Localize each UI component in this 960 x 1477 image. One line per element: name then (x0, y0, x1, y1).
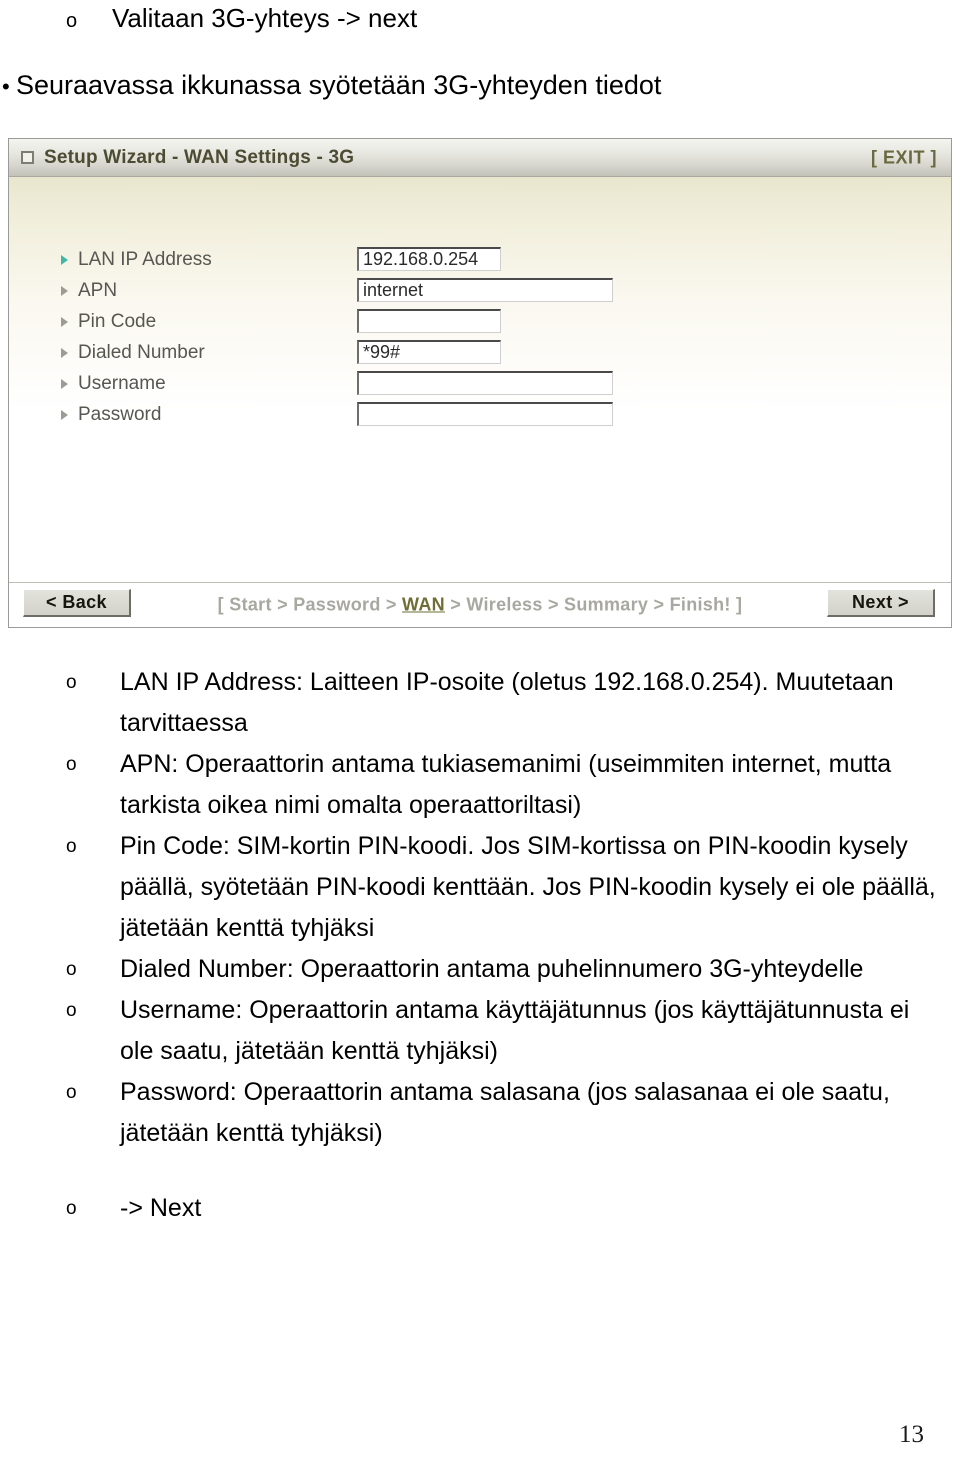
wizard-form-body: LAN IP Address 192.168.0.254 APN interne… (9, 177, 951, 583)
breadcrumb-step-wan[interactable]: WAN (402, 595, 445, 615)
slide-bullet-next-window: • Seuraavassa ikkunassa syötetään 3G-yhte… (2, 70, 661, 101)
list-item-text: Dialed Number: Operaattorin antama puhel… (120, 955, 864, 983)
label-username: Username (61, 369, 166, 399)
label-password-text: Password (78, 404, 162, 425)
wizard-titlebar: Setup Wizard - WAN Settings - 3G [ EXIT … (9, 139, 951, 177)
list-item: o Password: Operaattorin antama salasana… (66, 1072, 946, 1154)
list-item-text: APN: Operaattorin antama tukiasemanimi (… (120, 750, 892, 819)
form-row-password: Password (9, 400, 951, 430)
breadcrumb: [ Start > Password > WAN > Wireless > Su… (9, 595, 951, 616)
form-row-dialed-number: Dialed Number *99# (9, 338, 951, 368)
breadcrumb-prefix: [ Start > Password > (217, 594, 403, 615)
arrow-right-icon (61, 379, 68, 389)
pin-code-input[interactable] (357, 309, 501, 333)
breadcrumb-suffix: > Wireless > Summary > Finish! ] (444, 594, 743, 615)
password-input[interactable] (357, 402, 613, 426)
list-item-next: o -> Next (66, 1188, 946, 1229)
list-item: o Pin Code: SIM-kortin PIN-koodi. Jos SI… (66, 826, 946, 949)
list-item: o APN: Operaattorin antama tukiasemanimi… (66, 744, 946, 826)
wizard-footer: < Back [ Start > Password > WAN > Wirele… (9, 583, 951, 627)
label-pin-code: Pin Code (61, 307, 156, 337)
exit-link[interactable]: [ EXIT ] (871, 147, 937, 168)
bullet-marker-circle: o (66, 672, 77, 693)
list-item: o LAN IP Address: Laitteen IP-osoite (ol… (66, 662, 946, 744)
bullet-marker-circle: o (66, 10, 78, 32)
arrow-right-icon (61, 255, 68, 265)
arrow-right-icon (61, 410, 68, 420)
bullet-marker-circle: o (66, 1082, 77, 1103)
label-apn-text: APN (78, 280, 118, 301)
list-item-text: Password: Operaattorin antama salasana (… (120, 1078, 890, 1147)
list-item: o Dialed Number: Operaattorin antama puh… (66, 949, 946, 990)
apn-input[interactable]: internet (357, 278, 613, 302)
explanation-list: o LAN IP Address: Laitteen IP-osoite (ol… (66, 662, 946, 1229)
label-dialed-number: Dialed Number (61, 338, 205, 368)
label-lan-ip-address: LAN IP Address (61, 245, 212, 275)
bullet-marker-circle: o (66, 959, 77, 980)
label-lan-ip-address-text: LAN IP Address (78, 249, 212, 270)
label-password: Password (61, 400, 161, 430)
username-input[interactable] (357, 371, 613, 395)
label-username-text: Username (78, 373, 166, 394)
arrow-right-icon (61, 317, 68, 327)
page-title: Setup Wizard - WAN Settings - 3G (44, 146, 355, 168)
slide-bullet-select-3g: o Valitaan 3G-yhteys -> next (66, 3, 418, 34)
label-pin-code-text: Pin Code (78, 311, 157, 332)
bullet-marker-circle: o (66, 754, 77, 775)
bullet-marker-circle: o (66, 1198, 77, 1219)
form-row-username: Username (9, 369, 951, 399)
form-row-pin-code: Pin Code (9, 307, 951, 337)
lan-ip-address-input[interactable]: 192.168.0.254 (357, 247, 501, 271)
list-item-text: LAN IP Address: Laitteen IP-osoite (olet… (120, 668, 894, 737)
list-item: o Username: Operaattorin antama käyttäjä… (66, 990, 946, 1072)
router-setup-wizard-screenshot: Setup Wizard - WAN Settings - 3G [ EXIT … (8, 138, 952, 628)
dialed-number-input[interactable]: *99# (357, 340, 501, 364)
bullet-marker-circle: o (66, 836, 77, 857)
bullet-marker-dot: • (2, 74, 10, 99)
list-item-text: Username: Operaattorin antama käyttäjätu… (120, 996, 910, 1065)
form-row-lan-ip-address: LAN IP Address 192.168.0.254 (9, 245, 951, 275)
slide-bullet-select-3g-text: Valitaan 3G-yhteys -> next (112, 3, 418, 33)
bullet-marker-circle: o (66, 1000, 77, 1021)
label-dialed-number-text: Dialed Number (78, 342, 205, 363)
window-square-icon (21, 151, 34, 164)
list-item-text: Pin Code: SIM-kortin PIN-koodi. Jos SIM-… (120, 832, 936, 942)
slide-bullet-next-window-text: Seuraavassa ikkunassa syötetään 3G-yhtey… (16, 70, 662, 100)
list-item-next-text: -> Next (120, 1194, 202, 1222)
arrow-right-icon (61, 348, 68, 358)
wan-settings-form: LAN IP Address 192.168.0.254 APN interne… (9, 245, 951, 431)
form-row-apn: APN internet (9, 276, 951, 306)
next-button[interactable]: Next > (827, 589, 935, 617)
label-apn: APN (61, 276, 117, 306)
page-number: 13 (899, 1421, 924, 1448)
arrow-right-icon (61, 286, 68, 296)
